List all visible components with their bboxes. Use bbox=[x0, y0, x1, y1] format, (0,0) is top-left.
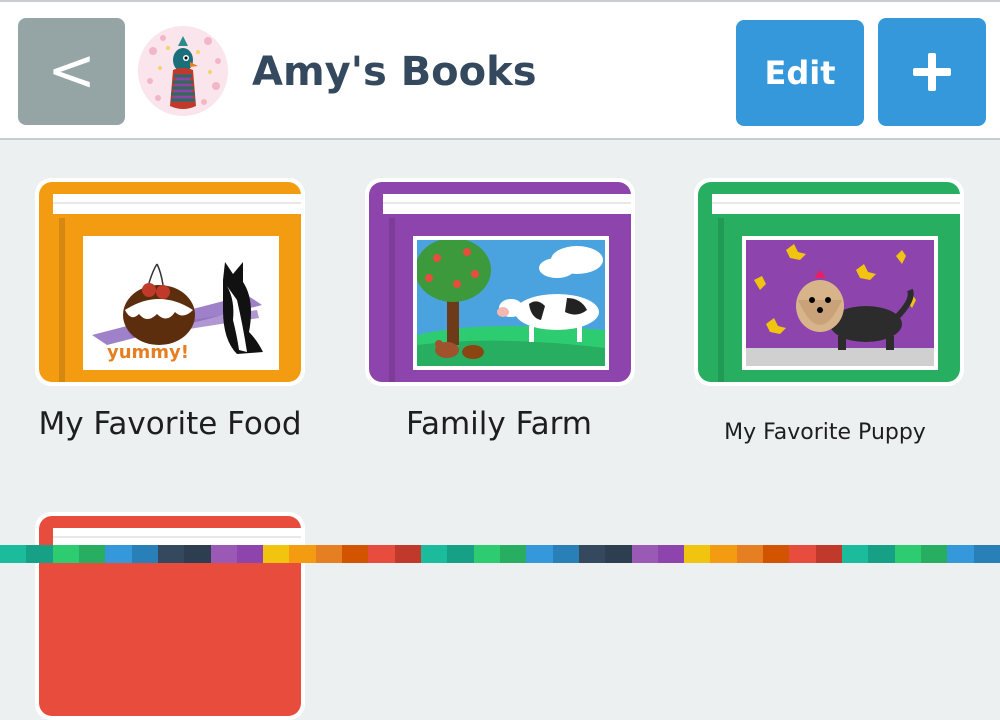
book-cover[interactable] bbox=[694, 178, 964, 386]
farm-cover-image bbox=[413, 236, 609, 370]
book-cover[interactable]: yummy! bbox=[35, 178, 305, 386]
book-cover[interactable] bbox=[35, 512, 305, 720]
book-title: Family Farm bbox=[406, 406, 592, 442]
book-item[interactable] bbox=[35, 512, 307, 720]
edit-button[interactable]: Edit bbox=[736, 20, 864, 126]
page-title: Amy's Books bbox=[252, 49, 537, 95]
decorative-color-strip bbox=[0, 545, 1000, 563]
peacock-avatar-icon bbox=[138, 26, 228, 116]
book-item[interactable]: Family Farm bbox=[365, 178, 655, 458]
back-button[interactable]: < bbox=[18, 18, 125, 125]
food-cover-image: yummy! bbox=[83, 236, 279, 370]
book-title: My Favorite Food bbox=[38, 406, 302, 442]
yummy-text: yummy! bbox=[107, 342, 189, 363]
book-item[interactable]: My Favorite Puppy bbox=[694, 178, 984, 458]
book-cover[interactable] bbox=[365, 178, 635, 386]
puppy-cover-image bbox=[742, 236, 938, 370]
top-bar: < Amy's Books Edit bbox=[0, 0, 1000, 140]
add-book-button[interactable] bbox=[878, 18, 986, 126]
book-title: My Favorite Puppy bbox=[724, 420, 926, 445]
book-item[interactable]: yummy! My Favorite Food bbox=[35, 178, 325, 458]
